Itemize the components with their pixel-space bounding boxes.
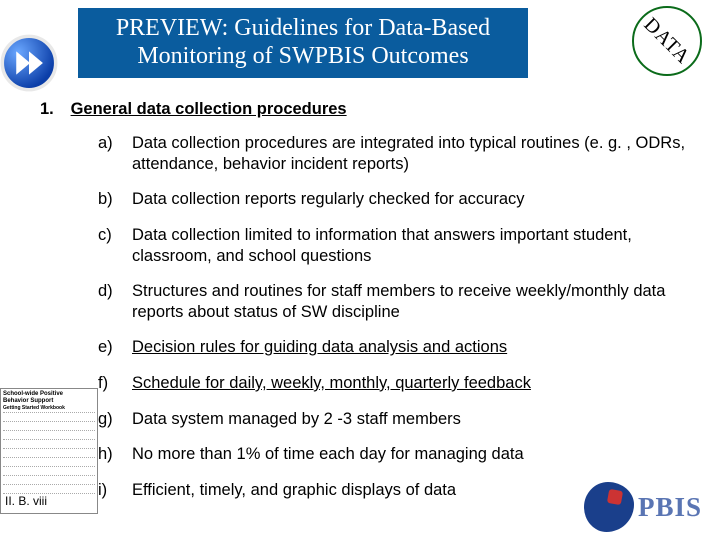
thumb-line: School-wide Positive xyxy=(3,391,95,397)
list-item-marker: b) xyxy=(98,189,132,210)
list-item-text: Data collection reports regularly checke… xyxy=(132,189,525,210)
thumbnail-ref: II. B. viii xyxy=(5,494,47,508)
thumb-line: Getting Started Workbook xyxy=(3,406,95,411)
list-item: a)Data collection procedures are integra… xyxy=(98,133,698,174)
list-item-text: No more than 1% of time each day for man… xyxy=(132,444,524,465)
list-item-marker: g) xyxy=(98,409,132,430)
list-item: e)Decision rules for guiding data analys… xyxy=(98,337,698,358)
list-item: g)Data system managed by 2 -3 staff memb… xyxy=(98,409,698,430)
list-item-text: Data collection procedures are integrate… xyxy=(132,133,698,174)
list-item-text: Decision rules for guiding data analysis… xyxy=(132,337,507,358)
main-list-item: 1. General data collection procedures xyxy=(40,100,698,119)
thumb-line: Behavior Support xyxy=(3,398,95,404)
list-item-marker: d) xyxy=(98,281,132,322)
list-item-marker: c) xyxy=(98,225,132,266)
pbis-logo-text: PBIS xyxy=(638,492,702,523)
list-item: b)Data collection reports regularly chec… xyxy=(98,189,698,210)
list-item-text: Efficient, timely, and graphic displays … xyxy=(132,480,456,501)
list-item-text: Data system managed by 2 -3 staff member… xyxy=(132,409,461,430)
list-item-text: Structures and routines for staff member… xyxy=(132,281,698,322)
list-item-marker: i) xyxy=(98,480,132,501)
data-badge: DATA xyxy=(618,0,717,90)
list-item-marker: f) xyxy=(98,373,132,394)
slide-title: PREVIEW: Guidelines for Data-Based Monit… xyxy=(78,15,528,70)
main-heading: General data collection procedures xyxy=(71,100,347,118)
pbis-logo-graphic xyxy=(584,482,634,532)
content-area: 1. General data collection procedures a)… xyxy=(40,100,698,516)
data-badge-text: DATA xyxy=(639,13,695,69)
list-item-marker: h) xyxy=(98,444,132,465)
pbis-logo: PBIS xyxy=(584,478,714,536)
list-item: d)Structures and routines for staff memb… xyxy=(98,281,698,322)
slide-title-bar: PREVIEW: Guidelines for Data-Based Monit… xyxy=(78,8,528,78)
sub-list: a)Data collection procedures are integra… xyxy=(98,133,698,501)
fast-forward-icon xyxy=(0,34,58,92)
list-item-marker: e) xyxy=(98,337,132,358)
list-item-text: Data collection limited to information t… xyxy=(132,225,698,266)
list-item: c)Data collection limited to information… xyxy=(98,225,698,266)
main-number: 1. xyxy=(40,100,66,119)
list-item-marker: a) xyxy=(98,133,132,174)
list-item: f)Schedule for daily, weekly, monthly, q… xyxy=(98,373,698,394)
list-item: h)No more than 1% of time each day for m… xyxy=(98,444,698,465)
list-item-text: Schedule for daily, weekly, monthly, qua… xyxy=(132,373,531,394)
